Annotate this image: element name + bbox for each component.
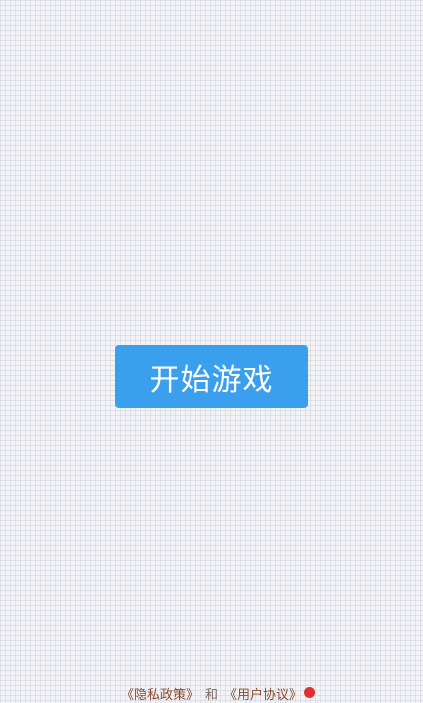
notification-dot (304, 687, 315, 698)
user-agreement-link[interactable]: 《用户协议》 (224, 688, 302, 703)
start-game-button[interactable]: 开始游戏 (115, 345, 308, 408)
privacy-policy-link[interactable]: 《隐私政策》 (121, 688, 199, 703)
footer-separator: 和 (204, 688, 218, 703)
legal-footer: 《隐私政策》和《用户协议》 (0, 686, 423, 703)
